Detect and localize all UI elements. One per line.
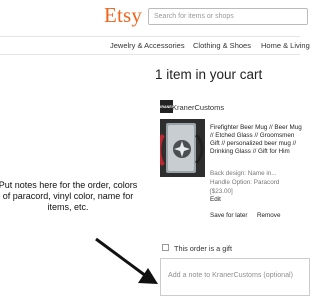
edit-link[interactable]: Edit: [210, 196, 221, 203]
product-image[interactable]: [160, 119, 205, 177]
option-price: [$23.00]: [210, 188, 233, 195]
beer-mug-image: [160, 119, 205, 177]
category-jewelry-accessories[interactable]: Jewelry & Accessories: [110, 41, 185, 50]
category-clothing-shoes[interactable]: Clothing & Shoes: [193, 41, 251, 50]
product-title-link[interactable]: Firefighter Beer Mug // Beer Mug // Etch…: [210, 124, 305, 156]
save-for-later-link[interactable]: Save for later: [210, 212, 247, 219]
note-to-seller-placeholder: Add a note to KranerCustoms (optional): [168, 271, 293, 279]
page-title: 1 item in your cart: [155, 67, 263, 82]
search-input[interactable]: Search for items or shops: [148, 8, 308, 25]
gift-checkbox[interactable]: [162, 244, 169, 251]
category-nav: Jewelry & Accessories Clothing & Shoes H…: [0, 36, 310, 55]
annotation-text: Put notes here for the order, colors of …: [0, 180, 138, 212]
remove-link[interactable]: Remove: [257, 212, 280, 219]
shop-name-link[interactable]: KranerCustoms: [172, 103, 224, 112]
gift-label[interactable]: This order is a gift: [174, 244, 232, 253]
option-back-design: Back design: Name in...: [210, 170, 277, 177]
etsy-logo[interactable]: Etsy: [104, 3, 142, 28]
option-handle: Handle Option: Paracord: [210, 179, 280, 186]
category-home-living[interactable]: Home & Living: [261, 41, 310, 50]
